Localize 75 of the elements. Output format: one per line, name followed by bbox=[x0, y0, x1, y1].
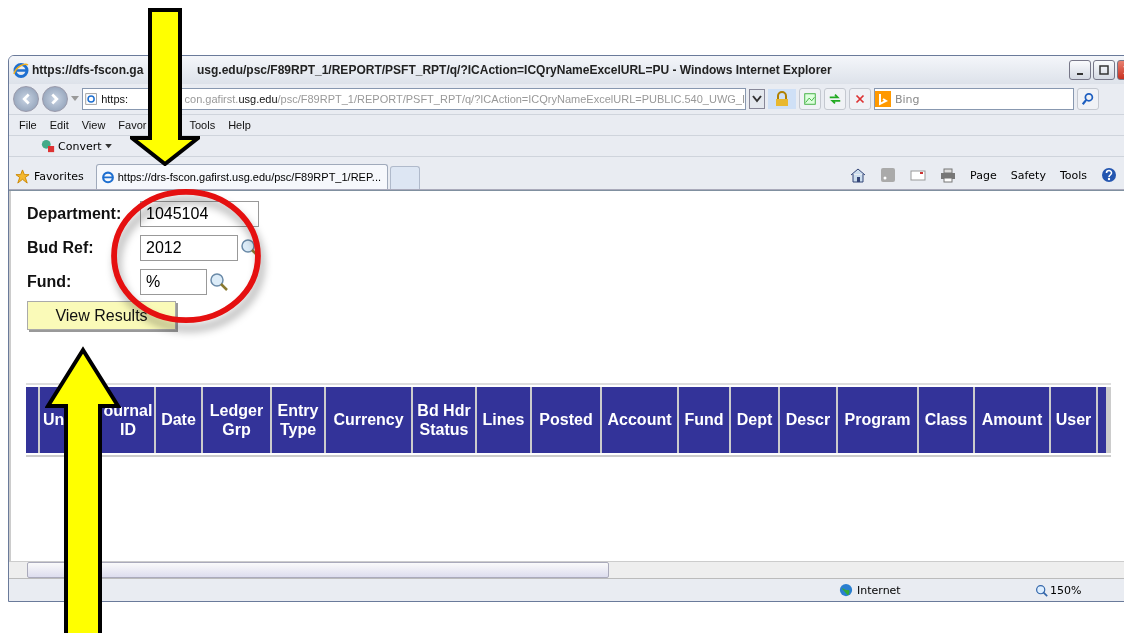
field-label: Department: bbox=[27, 205, 123, 223]
toolbar-menu[interactable]: Safety bbox=[1010, 168, 1046, 182]
window-title: https://dfs-fscon.ga bbox=[32, 63, 145, 77]
column-header[interactable]: Dept bbox=[731, 387, 778, 453]
mail-icon[interactable] bbox=[910, 167, 927, 183]
compatibility-button[interactable] bbox=[799, 88, 821, 110]
input-field[interactable]: 1045104 bbox=[140, 201, 259, 227]
caret-icon bbox=[104, 143, 112, 149]
column-header[interactable]: Posted bbox=[532, 387, 600, 453]
column-header[interactable]: User bbox=[1051, 387, 1096, 453]
caret-icon[interactable] bbox=[71, 96, 79, 102]
column-header[interactable]: Class bbox=[919, 387, 973, 453]
browser-logo-icon bbox=[13, 62, 29, 78]
bing-logo-icon bbox=[875, 91, 891, 107]
dropdown-button[interactable] bbox=[749, 89, 765, 109]
chevron-icon bbox=[752, 95, 762, 103]
zoom-button[interactable]: 150% bbox=[1035, 583, 1082, 597]
column-header[interactable]: Entry Type bbox=[272, 387, 324, 453]
menu-item[interactable]: View bbox=[81, 119, 106, 131]
menu-item[interactable]: Tools bbox=[189, 119, 216, 131]
search-button[interactable] bbox=[1077, 88, 1099, 110]
page-chart-icon bbox=[803, 92, 817, 106]
back-button[interactable] bbox=[13, 86, 39, 112]
column-header[interactable]: Lines bbox=[477, 387, 530, 453]
column-header[interactable]: Bd Hdr Status bbox=[413, 387, 475, 453]
address-field[interactable]: https: con.gafirst.usg.edu/psc/F89RPT_1/REPORT/PSFT_RPT/q/?ICAction=ICQryNameExcelURL=PUBLIC.540_UWG_I bbox=[82, 88, 746, 110]
convert-button[interactable]: Convert bbox=[41, 139, 112, 153]
view-results-button[interactable]: View Results bbox=[27, 301, 176, 330]
column-header[interactable]: Date bbox=[156, 387, 201, 453]
search-field[interactable]: Bing bbox=[874, 88, 1074, 110]
close-icon bbox=[853, 92, 867, 106]
new-tab-button[interactable] bbox=[390, 166, 420, 189]
convert-icon bbox=[41, 139, 55, 153]
magnifier-icon bbox=[1035, 583, 1048, 597]
globe-icon bbox=[839, 583, 853, 597]
column-header[interactable]: Currency bbox=[326, 387, 411, 453]
refresh-button[interactable] bbox=[824, 88, 846, 110]
refresh-icon bbox=[828, 92, 842, 106]
menu-item[interactable]: Favor bbox=[118, 119, 147, 131]
column-header[interactable]: Program bbox=[838, 387, 917, 453]
search-icon bbox=[1081, 92, 1095, 106]
square-icon bbox=[1099, 65, 1109, 75]
field-label: Bud Ref: bbox=[27, 239, 95, 257]
printer-icon[interactable] bbox=[940, 167, 957, 183]
horizontal-scrollbar[interactable] bbox=[9, 561, 1124, 578]
menu-item[interactable]: Edit bbox=[49, 119, 69, 131]
menu-item[interactable]: File bbox=[19, 119, 37, 131]
column-header[interactable]: Amount bbox=[975, 387, 1049, 453]
field-label: Fund: bbox=[27, 273, 73, 291]
column-header[interactable]: ournal ID bbox=[102, 387, 154, 453]
toolbar-menu[interactable]: Tools bbox=[1059, 168, 1087, 182]
stop-button[interactable] bbox=[849, 88, 871, 110]
forward-button[interactable] bbox=[42, 86, 68, 112]
zone-indicator: Internet bbox=[839, 583, 989, 597]
scroll-thumb[interactable] bbox=[27, 562, 609, 578]
menu-item[interactable]: Help bbox=[228, 119, 251, 131]
search-icon[interactable] bbox=[209, 272, 229, 292]
input-field[interactable]: % bbox=[140, 269, 207, 295]
column-header[interactable]: Ledger Grp bbox=[203, 387, 270, 453]
maximize-button[interactable] bbox=[1093, 60, 1115, 80]
help-icon[interactable] bbox=[1101, 167, 1117, 183]
star-icon bbox=[15, 168, 30, 184]
browser-tab[interactable]: https://drs-fscon.gafirst.usg.edu/psc/F89RPT_1/REP... bbox=[95, 164, 388, 189]
favorites-button[interactable]: Favorites bbox=[15, 163, 84, 189]
column-header[interactable]: Fund bbox=[679, 387, 729, 453]
input-field[interactable]: 2012 bbox=[140, 235, 238, 261]
minus-icon bbox=[1077, 73, 1083, 75]
column-header[interactable]: Descr bbox=[780, 387, 836, 453]
page-icon bbox=[85, 92, 98, 106]
browser-logo-icon bbox=[100, 170, 115, 184]
window-title: usg.edu/psc/F89RPT_1/REPORT/PSFT_RPT/q/?ICAction=ICQryNameExcelURL=PU - Windows Internet Explorer bbox=[197, 63, 832, 77]
home-icon[interactable] bbox=[850, 167, 867, 183]
minimize-button[interactable] bbox=[1069, 60, 1091, 80]
toolbar-menu[interactable]: Page bbox=[970, 168, 997, 182]
column-header[interactable]: Account bbox=[602, 387, 677, 453]
